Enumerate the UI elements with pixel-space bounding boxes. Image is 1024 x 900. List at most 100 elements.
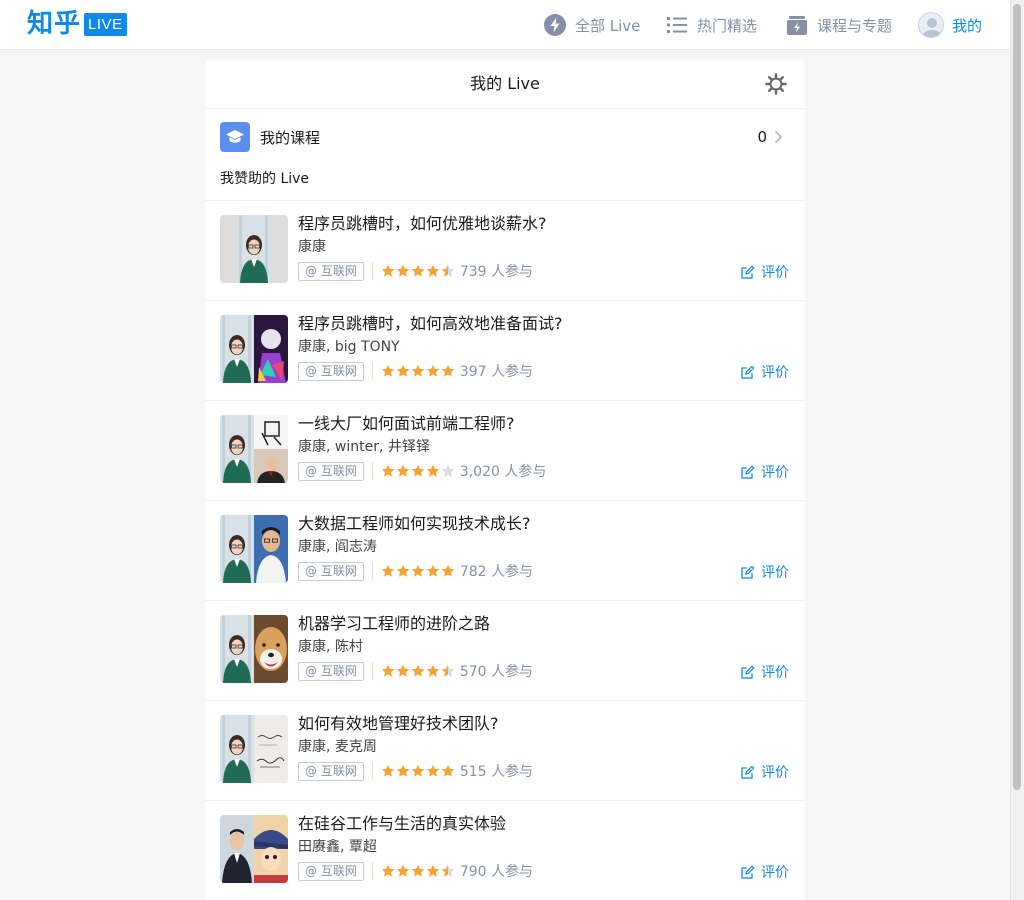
live-title[interactable]: 如何有效地管理好技术团队? — [298, 713, 790, 735]
rate-label: 评价 — [761, 565, 789, 581]
divider — [371, 262, 373, 280]
page-scrollbar[interactable] — [1010, 0, 1024, 900]
logo-text: 知乎 — [27, 9, 82, 39]
topic-tag[interactable]: @ 互联网 — [298, 761, 364, 781]
live-info: 大数据工程师如何实现技术成长? 康康, 阎志涛 @ 互联网 782 人参与 — [298, 513, 790, 600]
rate-button[interactable]: 评价 — [740, 562, 789, 582]
nav-courses[interactable]: 课程与专题 — [785, 0, 892, 50]
edit-icon — [741, 564, 755, 579]
live-speakers: 康康, 麦克周 — [298, 739, 377, 755]
live-cover-image[interactable] — [220, 315, 288, 383]
topic-tag[interactable]: @ 互联网 — [298, 461, 364, 481]
list-item[interactable]: 程序员跳槽时，如何优雅地谈薪水? 康康 @ 互联网 739 人参与 评价 — [205, 201, 805, 301]
participant-count: 790 人参与 — [459, 864, 533, 880]
rate-label: 评价 — [761, 665, 789, 681]
star-full-icon — [381, 264, 395, 277]
live-title[interactable]: 在硅谷工作与生活的真实体验 — [298, 813, 790, 835]
live-title[interactable]: 程序员跳槽时，如何高效地准备面试? — [298, 313, 790, 335]
live-cover-image[interactable] — [220, 815, 288, 883]
list-item[interactable]: 如何有效地管理好技术团队? 康康, 麦克周 @ 互联网 515 人参与 评价 — [205, 701, 805, 801]
top-navbar: 知乎 LIVE 全部 Live 热门精选 课程与专题 我的 — [0, 0, 1010, 50]
rate-label: 评价 — [761, 865, 789, 881]
participant-count: 782 人参与 — [459, 564, 533, 580]
zhihu-live-logo[interactable]: 知乎 LIVE — [27, 9, 127, 39]
topic-tag[interactable]: @ 互联网 — [298, 561, 364, 581]
rate-button[interactable]: 评价 — [740, 362, 789, 382]
rating-stars — [381, 864, 456, 878]
rating-stars — [381, 664, 456, 678]
live-info: 在硅谷工作与生活的真实体验田赓鑫, 覃超 @ 互联网 790 人参与 — [298, 813, 790, 900]
rate-button[interactable]: 评价 — [740, 262, 789, 282]
topic-tag[interactable]: @ 互联网 — [298, 261, 364, 281]
my-courses-count: 0 — [757, 128, 767, 146]
live-meta: @ 互联网 739 人参与 — [298, 261, 790, 281]
edit-icon — [741, 464, 755, 479]
participant-count: 515 人参与 — [459, 764, 533, 780]
live-cover-image[interactable] — [220, 415, 288, 483]
star-full-icon — [381, 364, 395, 377]
rate-button[interactable]: 评价 — [740, 762, 789, 782]
star-full-icon — [411, 564, 425, 577]
course-box-icon — [787, 16, 807, 35]
graduation-cap-icon — [220, 122, 250, 152]
rate-button[interactable]: 评价 — [740, 462, 789, 482]
star-full-icon — [426, 264, 440, 277]
live-speakers: 康康, winter, 井铎铎 — [298, 439, 430, 455]
star-half-icon — [441, 664, 455, 677]
live-list: 程序员跳槽时，如何优雅地谈薪水? 康康 @ 互联网 739 人参与 评价 程序员跳槽时，如… — [205, 201, 805, 900]
star-full-icon — [441, 364, 455, 377]
list-icon — [667, 17, 687, 33]
rating-stars — [381, 364, 456, 378]
live-cover-image[interactable] — [220, 715, 288, 783]
topic-tag[interactable]: @ 互联网 — [298, 661, 364, 681]
live-title[interactable]: 机器学习工程师的进阶之路 — [298, 613, 790, 635]
live-speakers: 康康, big TONY — [298, 339, 400, 355]
live-cover-image[interactable] — [220, 215, 288, 283]
star-half-icon — [441, 864, 455, 877]
live-meta: @ 互联网 3,020 人参与 — [298, 461, 790, 481]
my-courses-row[interactable]: 我的课程 0 — [205, 109, 805, 165]
live-title[interactable]: 大数据工程师如何实现技术成长? — [298, 513, 790, 535]
sponsored-live-section-label: 我赞助的 Live — [205, 165, 805, 201]
live-info: 如何有效地管理好技术团队? 康康, 麦克周 @ 互联网 515 人参与 — [298, 713, 790, 800]
avatar — [918, 12, 944, 38]
scrollbar-thumb[interactable] — [1013, 4, 1021, 790]
star-full-icon — [411, 264, 425, 277]
nav-all-live[interactable]: 全部 Live — [543, 0, 640, 50]
star-full-icon — [396, 364, 410, 377]
nav-all-live-label: 全部 Live — [575, 16, 641, 35]
live-cover-image[interactable] — [220, 615, 288, 683]
logo-live-badge: LIVE — [84, 12, 127, 36]
topic-tag[interactable]: @ 互联网 — [298, 361, 364, 381]
live-speakers: 田赓鑫, 覃超 — [298, 839, 377, 855]
live-cover-image[interactable] — [220, 515, 288, 583]
topic-tag[interactable]: @ 互联网 — [298, 861, 364, 881]
star-full-icon — [381, 864, 395, 877]
list-item[interactable]: 程序员跳槽时，如何高效地准备面试? 康康, big TONY @ 互联网 397 人参… — [205, 301, 805, 401]
rate-button[interactable]: 评价 — [740, 662, 789, 682]
participant-count: 739 人参与 — [459, 264, 533, 280]
participant-count: 570 人参与 — [459, 664, 533, 680]
star-full-icon — [426, 464, 440, 477]
list-item[interactable]: 大数据工程师如何实现技术成长? 康康, 阎志涛 @ 互联网 782 人参与 评价 — [205, 501, 805, 601]
divider — [371, 562, 373, 580]
star-full-icon — [396, 864, 410, 877]
star-full-icon — [396, 564, 410, 577]
nav-courses-label: 课程与专题 — [817, 16, 893, 35]
list-item[interactable]: 机器学习工程师的进阶之路 康康, 陈村 @ 互联网 570 人参与 评价 — [205, 601, 805, 701]
nav-hot-picks[interactable]: 热门精选 — [665, 0, 757, 50]
star-full-icon — [441, 764, 455, 777]
star-full-icon — [426, 864, 440, 877]
live-info: 一线大厂如何面试前端工程师? 康康, winter, 井铎铎 @ 互联网 3,020 … — [298, 413, 790, 500]
star-full-icon — [426, 564, 440, 577]
list-item[interactable]: 在硅谷工作与生活的真实体验田赓鑫, 覃超 @ 互联网 790 人参与 评价 — [205, 801, 805, 900]
nav-mine[interactable]: 我的 — [918, 0, 982, 50]
list-item[interactable]: 一线大厂如何面试前端工程师? 康康, winter, 井铎铎 @ 互联网 3,020 … — [205, 401, 805, 501]
star-full-icon — [396, 464, 410, 477]
live-meta: @ 互联网 790 人参与 — [298, 861, 790, 881]
rate-button[interactable]: 评价 — [740, 862, 789, 882]
gear-icon[interactable] — [765, 73, 787, 95]
live-title[interactable]: 一线大厂如何面试前端工程师? — [298, 413, 790, 435]
lightning-icon — [544, 14, 566, 36]
live-title[interactable]: 程序员跳槽时，如何优雅地谈薪水? — [298, 213, 790, 235]
